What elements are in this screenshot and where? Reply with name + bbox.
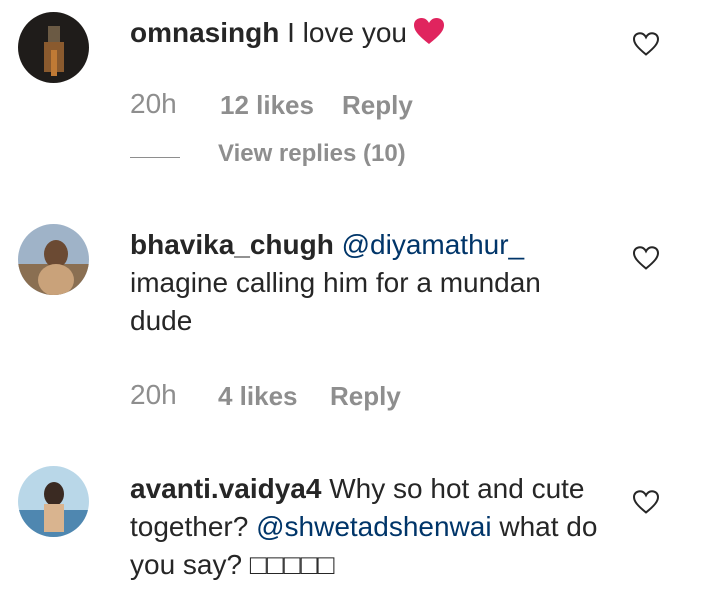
comment-time: 20h bbox=[130, 379, 177, 410]
heart-outline-icon[interactable] bbox=[632, 245, 660, 271]
avatar[interactable] bbox=[18, 466, 89, 537]
comment-text: bhavika_chugh @diyamathur_ imagine calli… bbox=[130, 226, 610, 340]
comment-likes[interactable]: 4 likes bbox=[218, 381, 298, 412]
avatar[interactable] bbox=[18, 224, 89, 295]
avatar[interactable] bbox=[18, 12, 89, 83]
heart-outline-icon[interactable] bbox=[632, 489, 660, 515]
heart-outline-icon[interactable] bbox=[632, 31, 660, 57]
comment-username[interactable]: bhavika_chugh bbox=[130, 229, 334, 260]
comment-username[interactable]: omnasingh bbox=[130, 17, 279, 48]
view-replies-button[interactable]: View replies (10) bbox=[218, 140, 406, 168]
comment-username[interactable]: avanti.vaidya4 bbox=[130, 473, 321, 504]
reply-button[interactable]: Reply bbox=[330, 381, 401, 412]
comment-body: imagine calling him for a mundan dude bbox=[130, 267, 541, 336]
reply-button[interactable]: Reply bbox=[342, 90, 413, 121]
comment-body: I love you bbox=[287, 17, 407, 48]
comment-likes[interactable]: 12 likes bbox=[220, 90, 314, 121]
divider-line bbox=[130, 157, 180, 158]
comment-text: avanti.vaidya4 Why so hot and cute toget… bbox=[130, 470, 610, 584]
comment-mention[interactable]: @diyamathur_ bbox=[342, 229, 525, 260]
comment-time: 20h bbox=[130, 88, 177, 119]
comment-mention[interactable]: @shwetadshenwai bbox=[256, 511, 491, 542]
comment-text: omnasingh I love you bbox=[130, 14, 610, 55]
red-heart-icon bbox=[413, 17, 445, 55]
